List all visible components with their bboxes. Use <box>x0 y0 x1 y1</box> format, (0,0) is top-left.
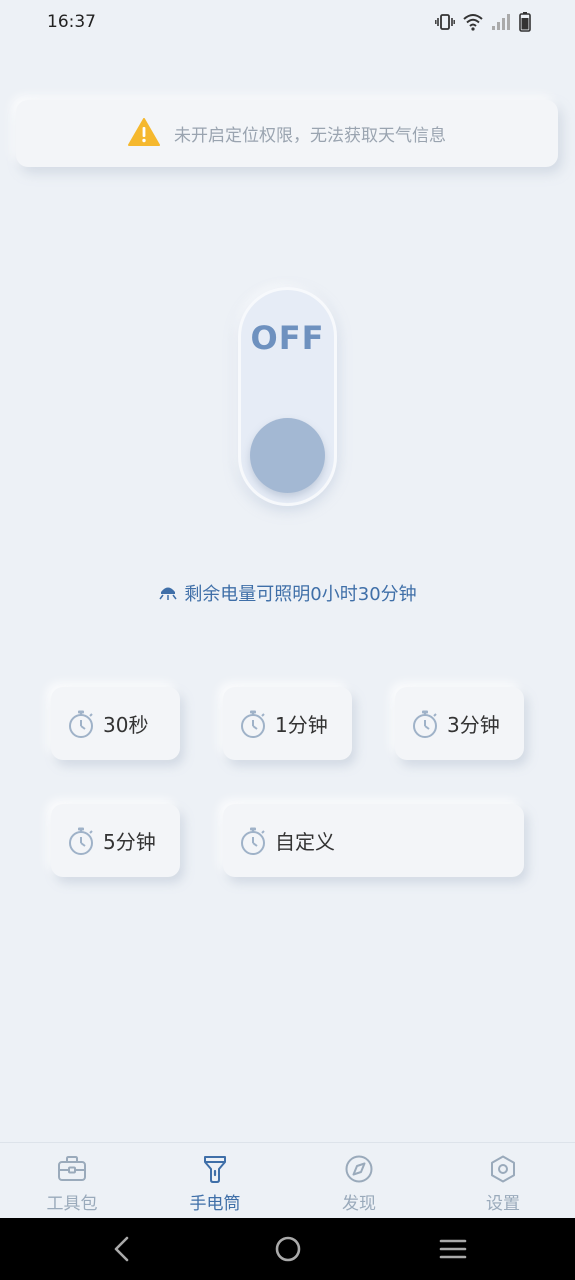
status-time: 16:37 <box>47 12 96 32</box>
menu-icon[interactable] <box>439 1234 467 1264</box>
timer-label: 5分钟 <box>103 830 156 854</box>
system-nav-bar <box>0 1218 575 1280</box>
vibrate-icon <box>435 13 455 31</box>
timer-5min-button[interactable]: 5分钟 <box>51 804 180 877</box>
nav-label: 设置 <box>486 1194 520 1214</box>
home-icon[interactable] <box>274 1234 302 1264</box>
status-bar: 16:37 <box>0 0 575 48</box>
battery-remaining-info: 剩余电量可照明0小时30分钟 <box>0 580 575 606</box>
nav-item-settings[interactable]: 设置 <box>453 1155 553 1214</box>
battery-icon <box>519 12 531 32</box>
stopwatch-icon <box>67 709 95 739</box>
warning-icon <box>128 117 160 150</box>
nav-label: 手电筒 <box>189 1194 241 1214</box>
bottom-nav: 工具包 手电筒 发现 设置 <box>0 1142 575 1218</box>
stopwatch-icon <box>67 826 95 856</box>
flashlight-toggle-switch[interactable]: OFF <box>238 287 337 506</box>
timer-label: 30秒 <box>103 713 149 737</box>
stopwatch-icon <box>239 709 267 739</box>
timer-30s-button[interactable]: 30秒 <box>51 687 180 760</box>
toolbox-icon <box>57 1155 87 1187</box>
compass-icon <box>344 1155 374 1187</box>
timer-3min-button[interactable]: 3分钟 <box>395 687 524 760</box>
timer-1min-button[interactable]: 1分钟 <box>223 687 352 760</box>
timer-label: 3分钟 <box>447 713 500 737</box>
status-icons <box>435 12 531 32</box>
warning-text: 未开启定位权限，无法获取天气信息 <box>174 126 446 146</box>
settings-hexagon-icon <box>488 1155 518 1187</box>
nav-item-toolbox[interactable]: 工具包 <box>22 1155 122 1214</box>
flashlight-screen: 16:37 未开启定位权限，无法获取天气信息 OFF 剩余电量可照明0小时30分… <box>0 0 575 1280</box>
flashlight-icon <box>200 1155 230 1187</box>
wifi-icon <box>463 13 483 31</box>
stopwatch-icon <box>411 709 439 739</box>
signal-icon <box>491 13 511 31</box>
back-icon[interactable] <box>110 1234 134 1264</box>
battery-remaining-text: 剩余电量可照明0小时30分钟 <box>184 584 417 605</box>
switch-knob[interactable] <box>250 418 325 493</box>
switch-state-label: OFF <box>250 319 325 357</box>
location-warning-banner[interactable]: 未开启定位权限，无法获取天气信息 <box>16 100 558 167</box>
nav-item-discover[interactable]: 发现 <box>309 1155 409 1214</box>
nav-label: 发现 <box>342 1194 376 1214</box>
nav-item-flashlight[interactable]: 手电筒 <box>165 1155 265 1214</box>
timer-label: 自定义 <box>275 830 335 854</box>
timer-label: 1分钟 <box>275 713 328 737</box>
nav-label: 工具包 <box>46 1194 98 1214</box>
stopwatch-icon <box>239 826 267 856</box>
flashlight-bulb-icon <box>158 581 178 605</box>
timer-custom-button[interactable]: 自定义 <box>223 804 524 877</box>
